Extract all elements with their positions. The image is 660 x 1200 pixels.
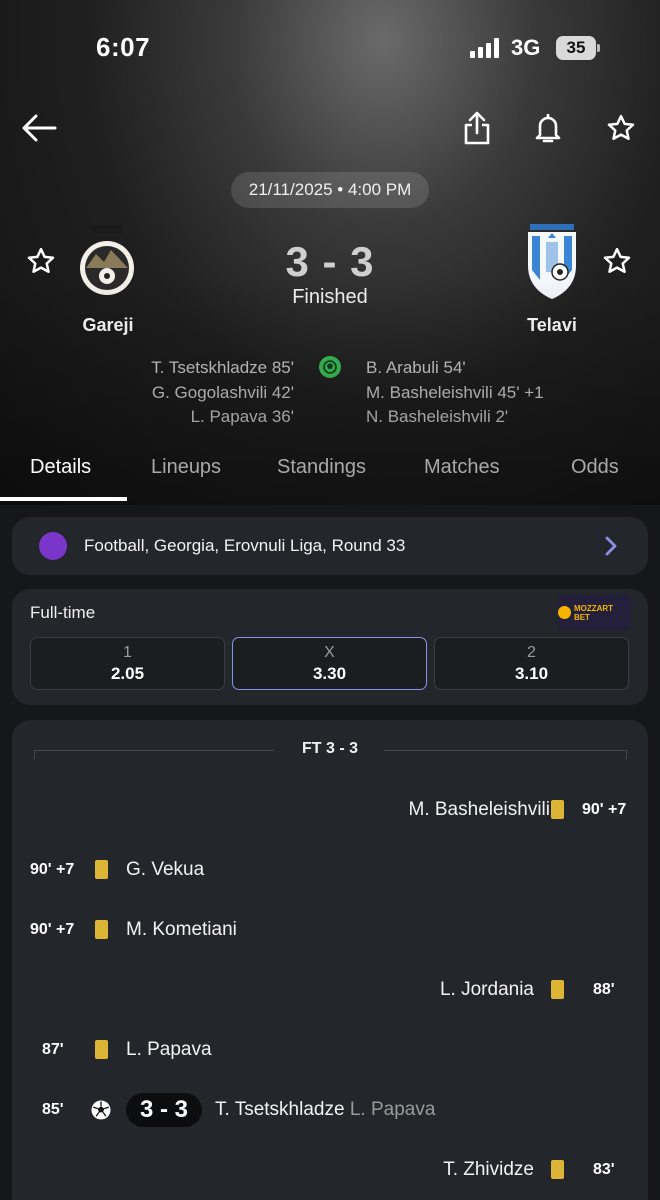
- yellow-card-icon: [95, 920, 108, 939]
- tab-details[interactable]: Details: [30, 456, 91, 479]
- odd-label: X: [324, 644, 335, 661]
- yellow-card-icon: [95, 860, 108, 879]
- odd-label: 1: [123, 644, 132, 661]
- yellow-card-icon: [551, 800, 564, 819]
- away-team-crest[interactable]: [526, 224, 578, 305]
- match-status: Finished: [292, 286, 368, 308]
- event-time: 90' +7: [582, 801, 627, 818]
- goal-score-pill: 3 - 3: [126, 1093, 202, 1127]
- odd-value: 3.30: [312, 664, 347, 683]
- match-date: 21/11/2025 • 4:00 PM: [231, 172, 429, 208]
- league-title: Football, Georgia, Erovnuli Liga, Round …: [84, 536, 406, 555]
- chevron-right-icon: [604, 535, 618, 562]
- odd-option-home[interactable]: 1 2.05: [30, 637, 225, 690]
- away-favorite-star-icon[interactable]: [602, 246, 632, 281]
- odd-label: 2: [527, 644, 536, 661]
- event-time: 88': [593, 981, 615, 998]
- odd-option-away[interactable]: 2 3.10: [434, 637, 629, 690]
- event-player[interactable]: G. Vekua: [126, 859, 204, 881]
- status-time: 6:07: [96, 32, 151, 62]
- network-type: 3G: [511, 35, 541, 60]
- league-logo-icon: [39, 532, 67, 560]
- event-player[interactable]: T. Zhividze: [443, 1159, 534, 1181]
- odd-option-draw[interactable]: X 3.30: [232, 637, 427, 690]
- football-icon: [90, 1099, 112, 1121]
- share-icon[interactable]: [457, 108, 497, 148]
- signal-icon: [470, 38, 502, 58]
- event-player[interactable]: M. Basheleishvili: [409, 799, 551, 821]
- tab-odds[interactable]: Odds: [571, 456, 619, 479]
- home-scorer: T. Tsetskhladze 85': [151, 358, 294, 377]
- active-tab-indicator: [0, 497, 127, 501]
- yellow-card-icon: [95, 1040, 108, 1059]
- event-time: 90' +7: [30, 921, 75, 938]
- event-player-goal[interactable]: T. Tsetskhladze L. Papava: [215, 1099, 435, 1121]
- home-scorer: L. Papava 36': [190, 407, 294, 426]
- home-scorers: T. Tsetskhladze 85' G. Gogolashvili 42' …: [151, 356, 294, 430]
- away-scorer: M. Basheleishvili 45' +1: [366, 382, 544, 402]
- yellow-card-icon: [551, 980, 564, 999]
- event-time: 83': [593, 1161, 615, 1178]
- away-scorers: B. Arabuli 54' M. Basheleishvili 45' +1 …: [366, 356, 544, 430]
- battery-nub: [597, 44, 600, 52]
- divider-line: [384, 750, 626, 751]
- back-arrow-icon[interactable]: [19, 108, 59, 148]
- tab-bar: Details Lineups Standings Matches Odds: [0, 448, 660, 504]
- bookmaker-name: MOZZART BET: [573, 603, 614, 622]
- divider-line: [34, 750, 274, 751]
- away-scorer: N. Basheleishvili 2': [366, 407, 509, 426]
- home-team-name[interactable]: Gareji: [48, 315, 168, 336]
- odd-value: 3.10: [514, 664, 549, 683]
- tab-lineups[interactable]: Lineups: [151, 456, 221, 479]
- goal-assist: L. Papava: [349, 1099, 436, 1120]
- divider-tick: [34, 750, 35, 759]
- event-player[interactable]: L. Jordania: [440, 979, 534, 1001]
- match-header: 6:07 3G 35 21/11/2025 • 4:00 PM Gareji T…: [0, 0, 660, 505]
- bell-icon[interactable]: [528, 108, 568, 148]
- event-player[interactable]: L. Papava: [126, 1039, 212, 1061]
- event-player[interactable]: M. Kometiani: [126, 919, 237, 941]
- goal-ball-icon: [319, 356, 341, 378]
- battery-icon: 35: [556, 36, 596, 60]
- event-time: 85': [42, 1101, 64, 1118]
- odds-panel: Full-time MOZZART BET 1 2.05 X 3.30 2 3.…: [12, 589, 648, 705]
- match-score: 3 - 3: [285, 238, 375, 285]
- bookmaker-logo[interactable]: MOZZART BET: [558, 595, 631, 630]
- favorite-star-icon[interactable]: [601, 108, 641, 148]
- away-team-name[interactable]: Telavi: [492, 315, 612, 336]
- odd-value: 2.05: [110, 664, 145, 683]
- event-time: 90' +7: [30, 861, 75, 878]
- tab-standings[interactable]: Standings: [277, 456, 366, 479]
- away-scorer: B. Arabuli 54': [366, 358, 466, 377]
- odds-title: Full-time: [30, 603, 96, 622]
- event-time: 87': [42, 1041, 64, 1058]
- home-favorite-star-icon[interactable]: [26, 246, 56, 281]
- home-scorer: G. Gogolashvili 42': [151, 382, 294, 402]
- goal-scorer: T. Tsetskhladze: [215, 1099, 345, 1120]
- yellow-card-icon: [551, 1160, 564, 1179]
- home-team-crest[interactable]: [78, 224, 136, 305]
- bookmaker-mark-icon: [558, 606, 571, 619]
- divider-tick: [626, 750, 627, 759]
- tab-matches[interactable]: Matches: [424, 456, 500, 479]
- match-events: FT 3 - 3 M. Basheleishvili 90' +7 90' +7…: [12, 720, 648, 1200]
- full-time-header: FT 3 - 3: [301, 740, 358, 757]
- league-link[interactable]: Football, Georgia, Erovnuli Liga, Round …: [12, 517, 648, 575]
